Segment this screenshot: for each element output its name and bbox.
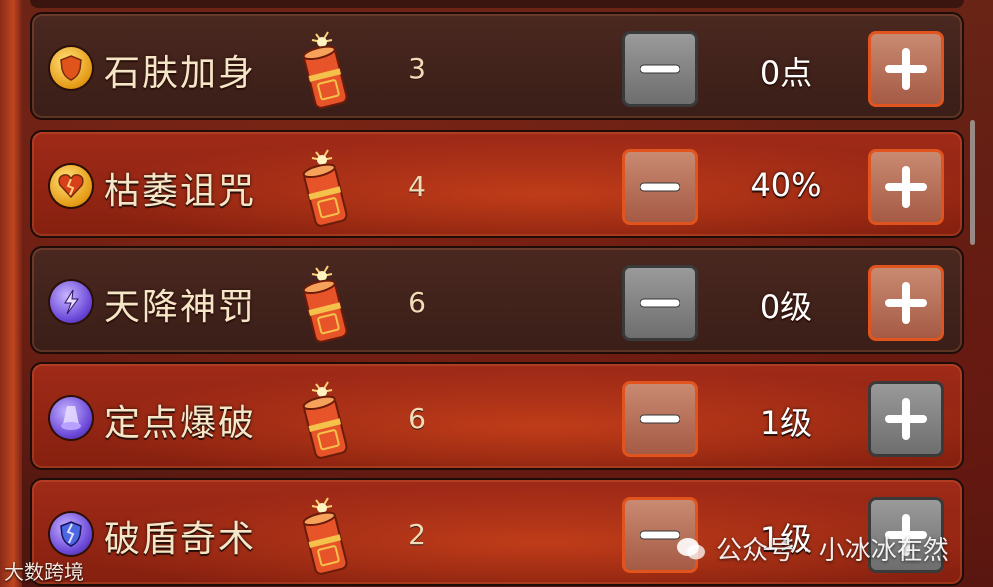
lightning-icon	[50, 281, 92, 323]
shield-icon	[50, 47, 92, 89]
skill-row: 定点爆破 6 1级	[30, 362, 964, 470]
watermark-right: 公众号 · 小冰冰在然	[676, 530, 949, 567]
skill-value: 0级	[759, 288, 813, 326]
cost-value: 3	[408, 52, 426, 85]
minus-icon	[640, 530, 680, 540]
plus-icon	[885, 166, 927, 208]
increase-button[interactable]	[868, 265, 944, 341]
minus-icon	[640, 298, 680, 308]
skill-row: 石肤加身 3 0点	[30, 12, 964, 120]
firecracker-icon	[302, 149, 348, 227]
cracked-shield-icon	[50, 513, 92, 555]
plus-icon	[885, 48, 927, 90]
firecracker-icon	[302, 31, 348, 109]
skill-name: 天降神罚	[104, 287, 257, 328]
broken-heart-icon	[50, 165, 92, 207]
decrease-button[interactable]	[622, 381, 698, 457]
decrease-button[interactable]	[622, 149, 698, 225]
left-frame	[0, 0, 22, 587]
skill-row: 枯萎诅咒 4 40%	[30, 130, 964, 238]
skill-value: 40%	[750, 166, 822, 204]
cost-value: 6	[408, 402, 426, 435]
skill-name: 破盾奇术	[104, 519, 257, 560]
scrollbar[interactable]	[970, 120, 975, 245]
skill-name: 枯萎诅咒	[104, 171, 257, 212]
plus-icon	[885, 282, 927, 324]
decrease-button[interactable]	[622, 265, 698, 341]
cost-value: 6	[408, 286, 426, 319]
cost-value: 2	[408, 518, 426, 551]
increase-button[interactable]	[868, 149, 944, 225]
skill-value: 1级	[759, 404, 813, 442]
minus-icon	[640, 64, 680, 74]
firecracker-icon	[302, 497, 348, 575]
increase-button[interactable]	[868, 31, 944, 107]
firecracker-icon	[302, 381, 348, 459]
plus-icon	[885, 398, 927, 440]
skill-row: 天降神罚 6 0级	[30, 246, 964, 354]
minus-icon	[640, 182, 680, 192]
firecracker-icon	[302, 265, 348, 343]
watermark-left: 大数跨境	[4, 560, 84, 584]
increase-button[interactable]	[868, 381, 944, 457]
skill-name: 石肤加身	[104, 53, 257, 94]
skill-name: 定点爆破	[104, 403, 257, 444]
decrease-button[interactable]	[622, 31, 698, 107]
skill-value: 0点	[759, 54, 813, 92]
beam-icon	[50, 397, 92, 439]
watermark-text: 公众号 · 小冰冰在然	[716, 536, 949, 566]
wechat-icon	[677, 537, 705, 559]
minus-icon	[640, 414, 680, 424]
cost-value: 4	[408, 170, 426, 203]
previous-row-edge	[30, 0, 964, 8]
